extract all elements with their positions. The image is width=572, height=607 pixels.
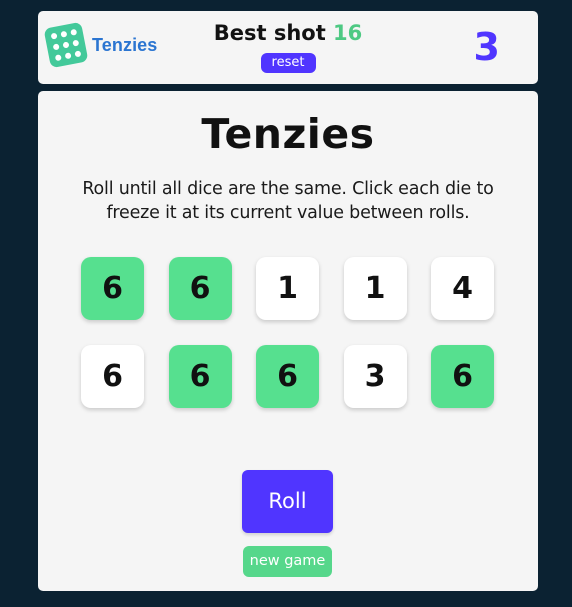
roll-button[interactable]: Roll <box>242 470 333 533</box>
dice-icon <box>44 22 88 68</box>
die-held[interactable]: 6 <box>431 345 494 408</box>
page-title: Tenzies <box>201 110 375 158</box>
new-game-button[interactable]: new game <box>243 546 332 577</box>
die-held[interactable]: 6 <box>256 345 319 408</box>
roll-counter: 3 <box>473 25 500 69</box>
die-held[interactable]: 6 <box>168 345 232 408</box>
die[interactable]: 4 <box>431 257 494 320</box>
die-held[interactable]: 6 <box>168 257 232 320</box>
logo[interactable]: Tenzies <box>44 22 158 68</box>
instructions-text: Roll until all dice are the same. Click … <box>82 179 494 223</box>
dice-grid: 6 6 1 1 4 6 6 6 3 6 <box>81 257 494 408</box>
die-held[interactable]: 6 <box>81 257 144 320</box>
die[interactable]: 3 <box>343 345 407 408</box>
die[interactable]: 6 <box>81 345 144 408</box>
game-card: Tenzies Roll until all dice are the same… <box>38 91 538 591</box>
logo-text: Tenzies <box>92 34 158 55</box>
die[interactable]: 1 <box>256 257 319 320</box>
reset-button[interactable]: reset <box>260 53 316 73</box>
best-shot-value: 16 <box>333 21 363 45</box>
best-shot-label: Best shot <box>213 21 326 45</box>
die[interactable]: 1 <box>343 257 407 320</box>
header-bar: Tenzies Best shot 16 reset 3 <box>38 11 538 84</box>
